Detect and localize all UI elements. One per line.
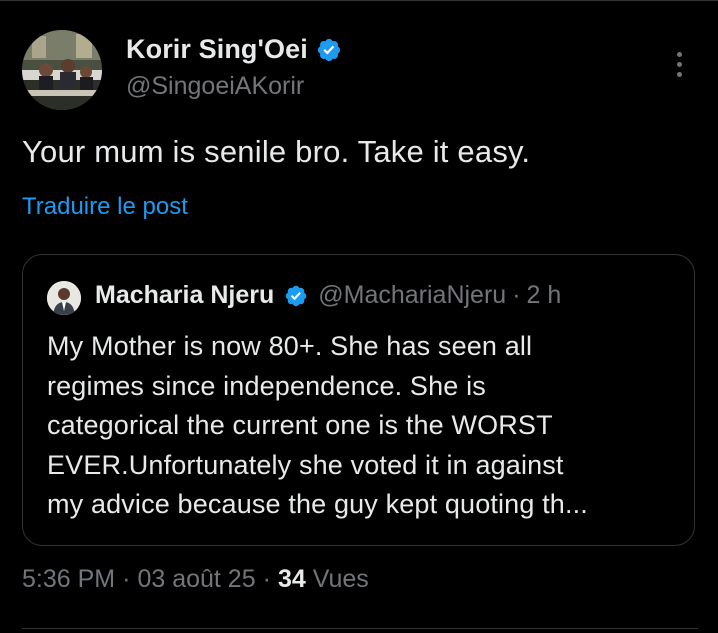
more-vertical-icon[interactable] (668, 48, 690, 80)
more-dot (676, 51, 682, 57)
separator-dot: · (122, 565, 131, 593)
author-handle[interactable]: @SingoeiAKorir (126, 72, 304, 101)
author-display-name[interactable]: Korir Sing'Oei (126, 34, 308, 65)
quoted-avatar-photo (47, 281, 81, 315)
views-label: Vues (312, 565, 369, 593)
more-dot (676, 71, 682, 77)
quoted-timestamp[interactable]: 2 h (527, 281, 562, 310)
separator-dot: · (262, 565, 271, 593)
tweet-meta: 5:36 PM · 03 août 25 · 34 Vues (22, 565, 369, 594)
quoted-author-name[interactable]: Macharia Njeru (95, 281, 274, 310)
quoted-text-line: My Mother is now 80+. She has seen all (47, 331, 533, 361)
quoted-text-line: my advice because the guy kept quoting t… (47, 489, 588, 519)
views-count: 34 (277, 565, 306, 593)
quoted-author-handle[interactable]: @MachariaNjeru (318, 281, 506, 310)
quoted-text-line: regimes since independence. She is (47, 370, 486, 401)
quoted-tweet-text: My Mother is now 80+. She has seen all r… (47, 327, 677, 525)
author-name-row[interactable]: Korir Sing'Oei (126, 34, 342, 65)
quoted-text-line: categorical the current one is the WORST (47, 410, 553, 440)
quoted-tweet-header: Macharia Njeru @MachariaNjeru · 2 h (95, 281, 561, 310)
post-date[interactable]: 03 août 25 (137, 565, 255, 594)
more-dot (676, 61, 682, 67)
translate-post-link[interactable]: Traduire le post (22, 193, 188, 221)
separator-dot: · (512, 281, 521, 309)
avatar-photo (22, 30, 102, 110)
author-avatar[interactable] (22, 30, 102, 110)
quoted-text-line: EVER.Unfortunately she voted it in again… (47, 449, 564, 480)
tweet-text: Your mum is senile bro. Take it easy. (22, 134, 531, 169)
verified-badge-icon (286, 285, 307, 306)
bottom-divider (22, 628, 698, 629)
post-time[interactable]: 5:36 PM (22, 565, 115, 594)
quoted-tweet-card[interactable]: Macharia Njeru @MachariaNjeru · 2 h My M… (22, 254, 695, 546)
top-divider (0, 0, 718, 1)
verified-badge-icon (317, 38, 340, 61)
quoted-author-avatar[interactable] (47, 281, 81, 315)
